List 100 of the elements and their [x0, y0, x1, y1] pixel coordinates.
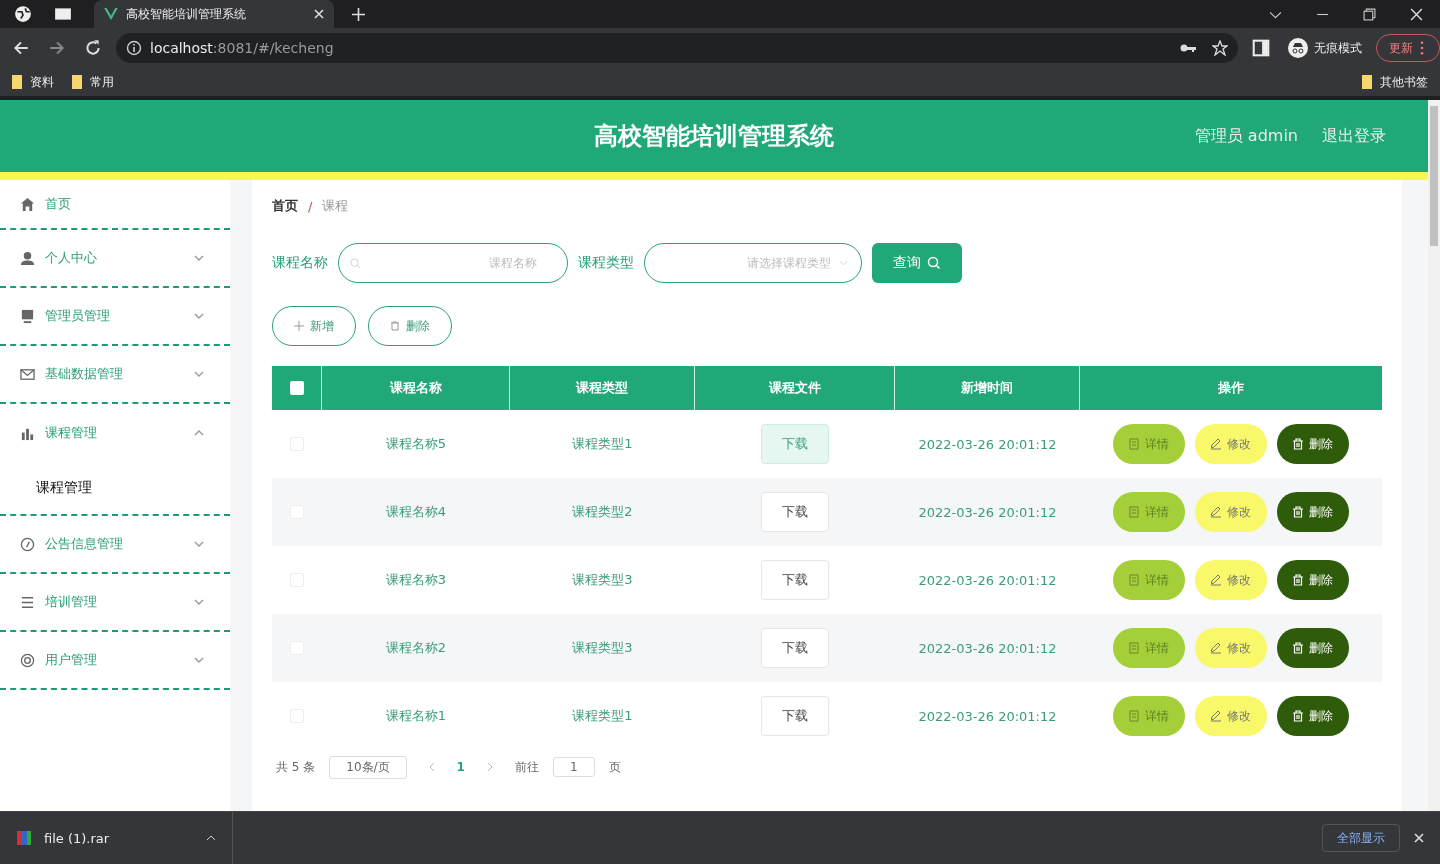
download-button[interactable]: 下载 [761, 424, 829, 464]
trash-icon [1293, 438, 1303, 450]
folder-icon [72, 75, 82, 89]
document-icon [1129, 710, 1139, 722]
edit-button[interactable]: 修改 [1195, 560, 1267, 600]
url-host: localhost [150, 40, 213, 56]
globe-icon[interactable] [14, 5, 32, 23]
table-cell-text: 课程类型2 [571, 503, 634, 521]
table-cell-text: 课程名称3 [384, 571, 448, 589]
total-count: 共 5 条 [276, 758, 316, 776]
delete-button[interactable]: 删除 [1277, 560, 1349, 600]
incognito-badge[interactable]: 无痕模式 [1284, 38, 1366, 58]
bookmark-folder[interactable]: 常用 [72, 73, 114, 91]
back-icon[interactable] [12, 39, 30, 57]
type-select[interactable]: 请选择课程类型 [644, 243, 862, 283]
trash-icon [1293, 574, 1303, 586]
update-button[interactable]: 更新 [1376, 34, 1440, 62]
pencil-icon [1211, 438, 1221, 450]
search-field[interactable]: 课程名称 [338, 243, 568, 283]
detail-button[interactable]: 详情 [1113, 424, 1185, 464]
table-cell-text: 课程名称2 [384, 639, 448, 657]
detail-button[interactable]: 详情 [1113, 628, 1185, 668]
pencil-icon [1211, 710, 1221, 722]
list-icon [20, 594, 35, 610]
delete-button[interactable]: 删除 [1277, 492, 1349, 532]
delete-button[interactable]: 删除 [1277, 424, 1349, 464]
breadcrumb-link[interactable]: 首页 [272, 197, 298, 215]
new-tab-icon[interactable] [352, 7, 365, 21]
scrollbar-thumb[interactable] [1430, 106, 1438, 246]
address-bar[interactable]: localhost:8081/#/kecheng [116, 33, 1238, 63]
download-button[interactable]: 下载 [761, 492, 829, 532]
close-icon[interactable] [1410, 7, 1423, 21]
app-title: 高校智能培训管理系统 [594, 121, 834, 152]
edit-button[interactable]: 修改 [1195, 492, 1267, 532]
table-cell-text: 课程类型1 [571, 435, 634, 453]
delete-button[interactable]: 删除 [368, 306, 452, 346]
checkbox[interactable] [289, 381, 304, 395]
goto-label: 前往 [514, 758, 539, 776]
window-icon[interactable] [54, 5, 72, 23]
menu-item[interactable]: 个人中心 [0, 230, 230, 288]
detail-button[interactable]: 详情 [1113, 696, 1185, 736]
scrollbar[interactable] [1428, 100, 1440, 811]
query-button[interactable]: 查询 [872, 243, 962, 283]
table-cell-text: 2022-03-26 20:01:12 [917, 435, 1058, 454]
page-input[interactable]: 1 [552, 757, 595, 777]
pencil-icon [1211, 574, 1221, 586]
url-path: :8081/#/kecheng [212, 40, 334, 56]
browser-tab[interactable]: 高校智能培训管理系统 [94, 0, 334, 28]
download-button[interactable]: 下载 [761, 628, 829, 668]
bookmark-label: 资料 [30, 73, 54, 91]
menu-item[interactable]: 管理员管理 [0, 288, 230, 346]
edit-button[interactable]: 修改 [1195, 628, 1267, 668]
menu-item[interactable]: 公告信息管理 [0, 516, 230, 574]
close-icon[interactable] [1414, 833, 1424, 843]
download-item[interactable]: file (1).rar [16, 812, 233, 864]
more-icon[interactable] [1420, 41, 1424, 55]
menu-item[interactable]: 首页 [0, 180, 230, 230]
trash-icon [1293, 710, 1303, 722]
detail-button[interactable]: 详情 [1113, 560, 1185, 600]
archive-icon [16, 830, 32, 846]
bookmark-folder[interactable]: 资料 [12, 73, 54, 91]
field-label: 课程名称 [272, 254, 328, 272]
forward-icon[interactable] [48, 39, 66, 57]
menu-item[interactable]: 基础数据管理 [0, 346, 230, 404]
monitor-icon [20, 308, 35, 324]
plus-icon [294, 321, 304, 331]
add-button[interactable]: 新增 [272, 306, 356, 346]
page-number[interactable]: 1 [456, 760, 465, 774]
page-size-select[interactable]: 10条/页 [329, 755, 407, 779]
menu-item[interactable]: 培训管理 [0, 574, 230, 632]
menu-item[interactable]: 用户管理 [0, 632, 230, 690]
home-icon [20, 196, 35, 212]
chevron-down-icon [194, 541, 204, 547]
logout-link[interactable]: 退出登录 [1322, 125, 1386, 147]
close-icon[interactable] [314, 9, 324, 19]
side-panel-icon[interactable] [1252, 39, 1270, 57]
person-icon [20, 250, 35, 266]
breadcrumb-current: 课程 [322, 197, 349, 215]
table-cell-text: 课程类型1 [571, 707, 634, 725]
edit-button[interactable]: 修改 [1195, 424, 1267, 464]
table-cell-text: 2022-03-26 20:01:12 [917, 707, 1058, 726]
detail-button[interactable]: 详情 [1113, 492, 1185, 532]
download-button[interactable]: 下载 [761, 560, 829, 600]
file-name: file (1).rar [44, 830, 111, 846]
tab-title: 高校智能培训管理系统 [126, 5, 247, 23]
delete-button[interactable]: 删除 [1277, 696, 1349, 736]
bookmark-folder[interactable]: 其他书签 [1362, 73, 1428, 91]
download-button[interactable]: 下载 [761, 696, 829, 736]
reload-icon[interactable] [84, 39, 102, 57]
page-unit: 页 [608, 758, 621, 776]
edit-button[interactable]: 修改 [1195, 696, 1267, 736]
bookmark-label: 其他书签 [1380, 73, 1428, 91]
show-all-button[interactable]: 全部显示 [1322, 824, 1400, 852]
star-icon[interactable] [1212, 40, 1228, 56]
table-cell-text: 2022-03-26 20:01:12 [917, 503, 1058, 522]
incognito-icon [1288, 38, 1308, 58]
submenu-item[interactable]: 课程管理 [0, 462, 230, 516]
menu-item[interactable]: 课程管理 [0, 404, 230, 462]
restore-icon[interactable] [1363, 7, 1376, 21]
delete-button[interactable]: 删除 [1277, 628, 1349, 668]
